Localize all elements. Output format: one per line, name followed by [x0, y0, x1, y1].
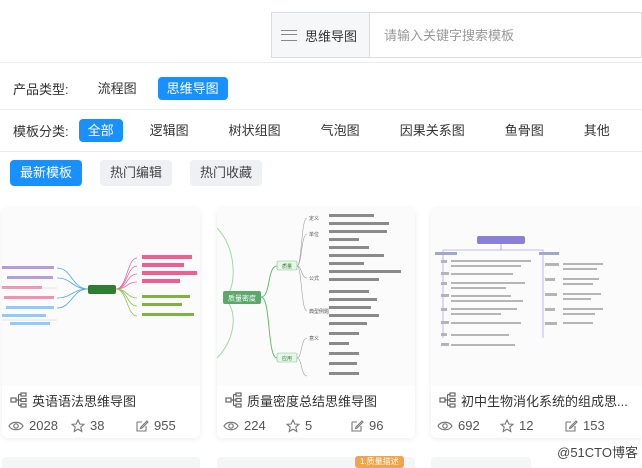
- template-card[interactable]: 初中生物消化系统的组成思... 692 12 153: [431, 208, 642, 438]
- category-other[interactable]: 其他: [575, 119, 619, 142]
- template-stats: 2028 38 955: [8, 418, 194, 433]
- template-thumbnail[interactable]: 质量密度 质量 应用 定义 单位 公式 典型例题 意义: [217, 208, 415, 386]
- eye-icon: [437, 421, 453, 430]
- template-thumbnail[interactable]: [2, 208, 200, 386]
- edits-count: 955: [154, 418, 176, 433]
- search-category-select[interactable]: 思维导图: [272, 13, 370, 57]
- tab-hot-favorite[interactable]: 热门收藏: [190, 160, 263, 186]
- views-count: 2028: [29, 418, 58, 433]
- category-cause-effect[interactable]: 因果关系图: [391, 119, 474, 142]
- edit-icon: [351, 419, 364, 432]
- edits-stat: 955: [135, 418, 176, 433]
- search-category-label: 思维导图: [305, 28, 358, 44]
- category-logic[interactable]: 逻辑图: [141, 119, 198, 142]
- product-type-label: 产品类型:: [13, 82, 69, 97]
- star-icon: [71, 418, 85, 433]
- views-stat: 692: [437, 418, 500, 433]
- template-title[interactable]: 初中生物消化系统的组成思...: [439, 389, 636, 411]
- likes-stat: 12: [500, 418, 564, 433]
- mindmap-icon: [439, 392, 456, 408]
- template-category-filter: 模板分类: 全部 逻辑图 树状组图 气泡图 因果关系图 鱼骨图 其他: [0, 119, 631, 142]
- product-type-filter: 产品类型: 流程图 思维导图: [0, 77, 240, 100]
- mindmap-preview-graphic: [435, 236, 603, 346]
- thumb-node-label: 公式: [309, 275, 319, 282]
- category-bubble[interactable]: 气泡图: [312, 119, 369, 142]
- template-card-partial[interactable]: [2, 457, 200, 468]
- divider: [0, 151, 642, 152]
- eye-icon: [223, 421, 239, 430]
- category-fishbone[interactable]: 鱼骨图: [496, 119, 553, 142]
- mindmap-icon: [225, 392, 242, 408]
- watermark: @51CTO博客: [557, 445, 638, 460]
- category-tree[interactable]: 树状组图: [220, 119, 290, 142]
- thumb-node-label: 单位: [309, 231, 319, 238]
- edits-count: 96: [369, 418, 384, 433]
- edit-icon: [136, 419, 149, 432]
- thumb-node-label: 应用: [282, 355, 292, 362]
- thumb-badge: 1.质量描述: [355, 456, 404, 468]
- template-stats: 224 5 96: [223, 418, 409, 433]
- template-grid: 英语语法思维导图 2028 38 955 质量密度 质量 应用 定义 单位 公式…: [0, 208, 642, 468]
- thumb-node-label: 意义: [309, 335, 319, 342]
- views-count: 224: [244, 418, 266, 433]
- star-icon: [286, 418, 300, 433]
- mindmap-preview-graphic: [2, 255, 197, 325]
- hamburger-icon: [281, 29, 297, 41]
- product-type-mindmap[interactable]: 思维导图: [157, 77, 228, 100]
- eye-icon: [8, 421, 24, 430]
- thumb-node-label: 典型例题: [309, 308, 329, 315]
- tab-latest[interactable]: 最新模板: [10, 160, 83, 186]
- edits-stat: 96: [350, 418, 383, 433]
- thumb-node-label: 质量: [282, 263, 292, 270]
- likes-count: 12: [519, 418, 534, 433]
- template-title[interactable]: 质量密度总结思维导图: [225, 389, 409, 411]
- search-bar: 思维导图: [271, 12, 642, 58]
- product-type-flowchart[interactable]: 流程图: [89, 77, 146, 100]
- views-stat: 224: [223, 418, 286, 433]
- views-stat: 2028: [8, 418, 71, 433]
- views-count: 692: [458, 418, 480, 433]
- tab-hot-edit[interactable]: 热门编辑: [100, 160, 173, 186]
- template-category-label: 模板分类:: [13, 124, 69, 139]
- likes-stat: 38: [71, 418, 135, 433]
- template-title-text: 英语语法思维导图: [32, 393, 137, 409]
- likes-stat: 5: [286, 418, 350, 433]
- template-title-text: 初中生物消化系统的组成思...: [461, 393, 628, 409]
- template-card-partial[interactable]: [431, 457, 531, 468]
- divider: [0, 109, 642, 110]
- sort-tabs: 最新模板 热门编辑 热门收藏: [10, 160, 280, 186]
- search-input[interactable]: [370, 13, 641, 57]
- template-title-text: 质量密度总结思维导图: [247, 393, 378, 409]
- mindmap-preview-graphic: 质量密度 质量 应用 定义 单位 公式 典型例题 意义: [217, 214, 401, 377]
- thumb-center-label: 质量密度: [228, 294, 256, 303]
- edits-stat: 153: [564, 418, 605, 433]
- edit-icon: [565, 419, 578, 432]
- thumb-node-label: 定义: [309, 215, 319, 222]
- template-stats: 692 12 153: [437, 418, 636, 433]
- category-all[interactable]: 全部: [78, 119, 123, 142]
- divider: [0, 62, 642, 63]
- template-card[interactable]: 质量密度 质量 应用 定义 单位 公式 典型例题 意义 质量密度总结思维导图 2…: [217, 208, 415, 438]
- star-icon: [500, 418, 514, 433]
- edits-count: 153: [583, 418, 605, 433]
- likes-count: 38: [90, 418, 105, 433]
- template-card[interactable]: 英语语法思维导图 2028 38 955: [2, 208, 200, 438]
- likes-count: 5: [305, 418, 313, 433]
- mindmap-icon: [10, 392, 27, 408]
- template-title[interactable]: 英语语法思维导图: [10, 389, 194, 411]
- template-thumbnail[interactable]: [431, 208, 642, 386]
